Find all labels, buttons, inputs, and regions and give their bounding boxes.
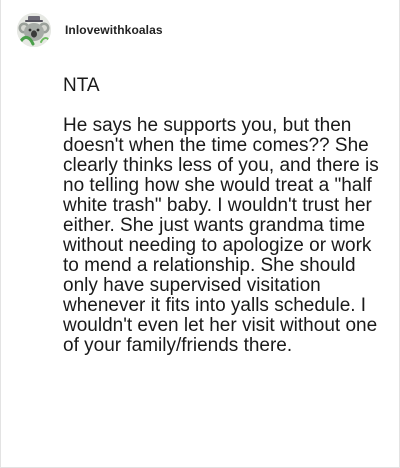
koala-avatar-icon[interactable]: [17, 13, 51, 47]
comment-header: Inlovewithkoalas: [17, 12, 163, 48]
comment-body: NTA He says he supports you, but then do…: [63, 76, 383, 356]
comment-paragraph: He says he supports you, but then doesn'…: [63, 115, 379, 356]
verdict-text: NTA: [63, 75, 100, 96]
username[interactable]: Inlovewithkoalas: [65, 23, 163, 37]
comment-card: Inlovewithkoalas NTA He says he supports…: [0, 0, 400, 468]
